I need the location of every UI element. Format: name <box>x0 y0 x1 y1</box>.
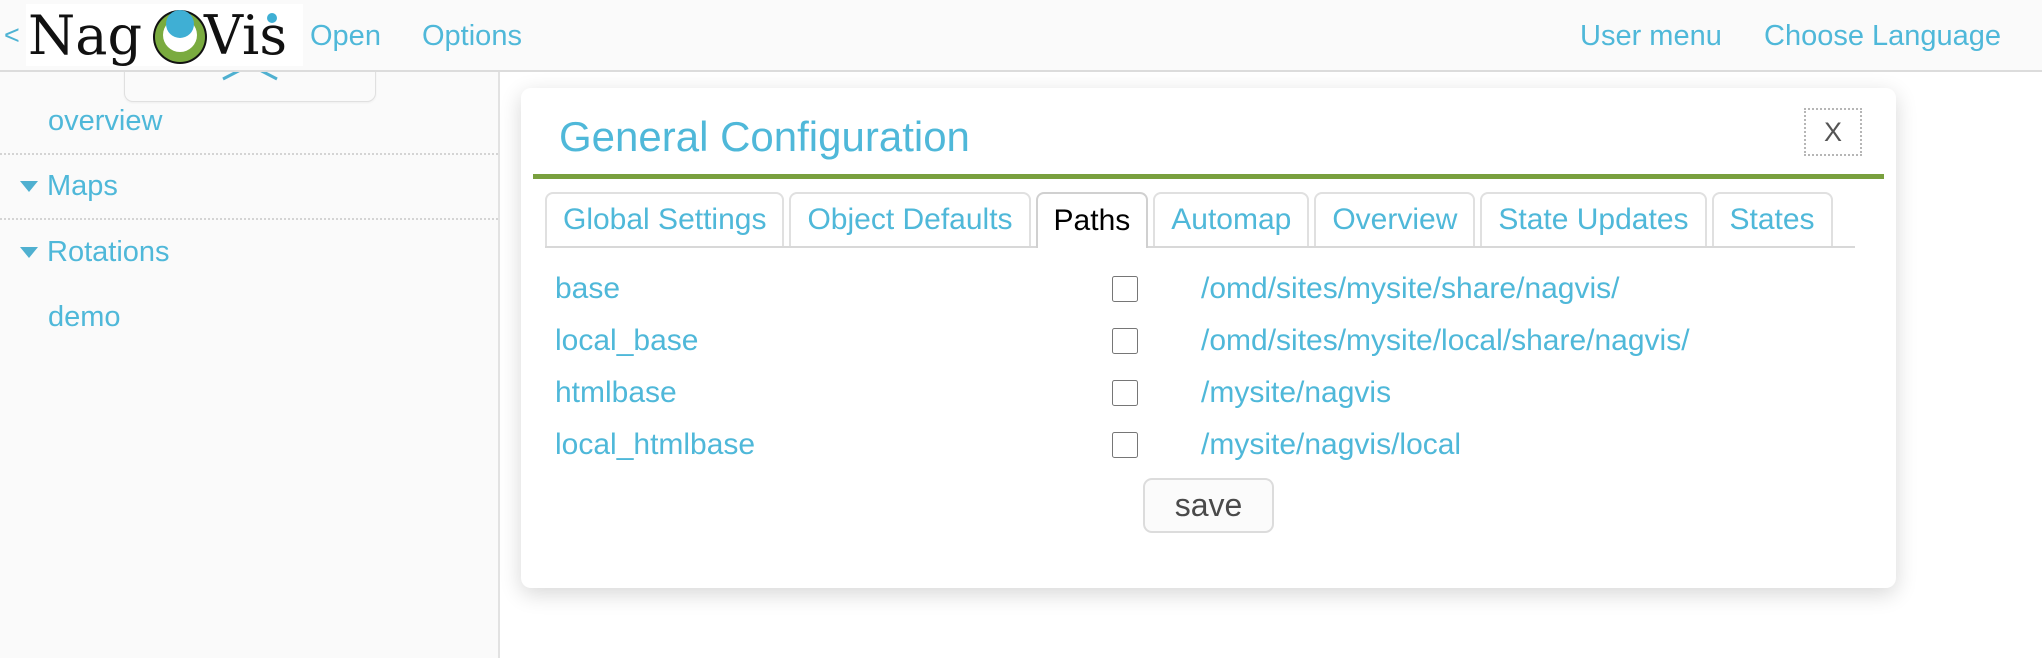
chevron-left-icon[interactable]: < <box>4 22 20 49</box>
paths-form: base /omd/sites/mysite/share/nagvis/ loc… <box>521 263 1896 471</box>
sidebar-item-label[interactable]: demo <box>48 301 121 334</box>
tab-paths[interactable]: Paths <box>1036 192 1149 248</box>
tab-bar: Global Settings Object Defaults Paths Au… <box>545 192 1855 248</box>
nav-open[interactable]: Open <box>310 20 381 53</box>
field-value-base: /omd/sites/mysite/share/nagvis/ <box>1201 272 1620 306</box>
nav-user-menu[interactable]: User menu <box>1580 20 1722 53</box>
sidebar-tree: overview Maps Rotations demo <box>0 90 498 350</box>
field-value-local-htmlbase: /mysite/nagvis/local <box>1201 428 1461 462</box>
sidebar: overview Maps Rotations demo <box>0 72 500 658</box>
save-button[interactable]: save <box>1143 478 1275 533</box>
field-checkbox-local-base[interactable] <box>1112 328 1138 354</box>
sidebar-item-overview[interactable]: overview <box>0 90 498 155</box>
close-icon[interactable]: X <box>1804 108 1862 156</box>
form-row: local_base /omd/sites/mysite/local/share… <box>521 315 1896 367</box>
sidebar-item-label[interactable]: overview <box>48 105 162 138</box>
svg-text:Nag: Nag <box>28 4 142 66</box>
tab-state-updates[interactable]: State Updates <box>1480 192 1706 246</box>
save-button-row: save <box>521 478 1896 533</box>
tab-overview[interactable]: Overview <box>1314 192 1475 246</box>
app-header: < Nag Vis Open Options User menu Choose … <box>0 0 2042 72</box>
field-label-base[interactable]: base <box>555 272 620 306</box>
tab-object-defaults[interactable]: Object Defaults <box>789 192 1030 246</box>
sidebar-item-rotations[interactable]: Rotations <box>0 220 498 285</box>
nav-options[interactable]: Options <box>422 20 522 53</box>
dialog-title: General Configuration <box>559 113 970 161</box>
header-brand: < Nag Vis <box>0 0 303 70</box>
tab-automap[interactable]: Automap <box>1153 192 1309 246</box>
caret-down-icon[interactable] <box>20 247 38 258</box>
tab-global-settings[interactable]: Global Settings <box>545 192 784 246</box>
title-underline <box>533 174 1884 179</box>
field-label-local-base[interactable]: local_base <box>555 324 698 358</box>
field-label-local-htmlbase[interactable]: local_htmlbase <box>555 428 755 462</box>
field-checkbox-htmlbase[interactable] <box>1112 380 1138 406</box>
field-checkbox-base[interactable] <box>1112 276 1138 302</box>
nagvis-logo[interactable]: Nag Vis <box>26 4 303 66</box>
svg-text:Vis: Vis <box>203 4 287 66</box>
field-value-htmlbase: /mysite/nagvis <box>1201 376 1391 410</box>
form-row: htmlbase /mysite/nagvis <box>521 367 1896 419</box>
nav-choose-language[interactable]: Choose Language <box>1764 20 2001 53</box>
sidebar-item-label[interactable]: Maps <box>47 170 118 203</box>
sidebar-item-label[interactable]: Rotations <box>47 236 170 269</box>
sidebar-item-maps[interactable]: Maps <box>0 155 498 220</box>
field-checkbox-local-htmlbase[interactable] <box>1112 432 1138 458</box>
field-label-htmlbase[interactable]: htmlbase <box>555 376 677 410</box>
caret-down-icon[interactable] <box>20 181 38 192</box>
field-value-local-base: /omd/sites/mysite/local/share/nagvis/ <box>1201 324 1690 358</box>
general-configuration-dialog: General Configuration X Global Settings … <box>521 88 1896 588</box>
sidebar-item-demo[interactable]: demo <box>0 285 498 350</box>
form-row: base /omd/sites/mysite/share/nagvis/ <box>521 263 1896 315</box>
tab-states[interactable]: States <box>1712 192 1833 246</box>
form-row: local_htmlbase /mysite/nagvis/local <box>521 419 1896 471</box>
